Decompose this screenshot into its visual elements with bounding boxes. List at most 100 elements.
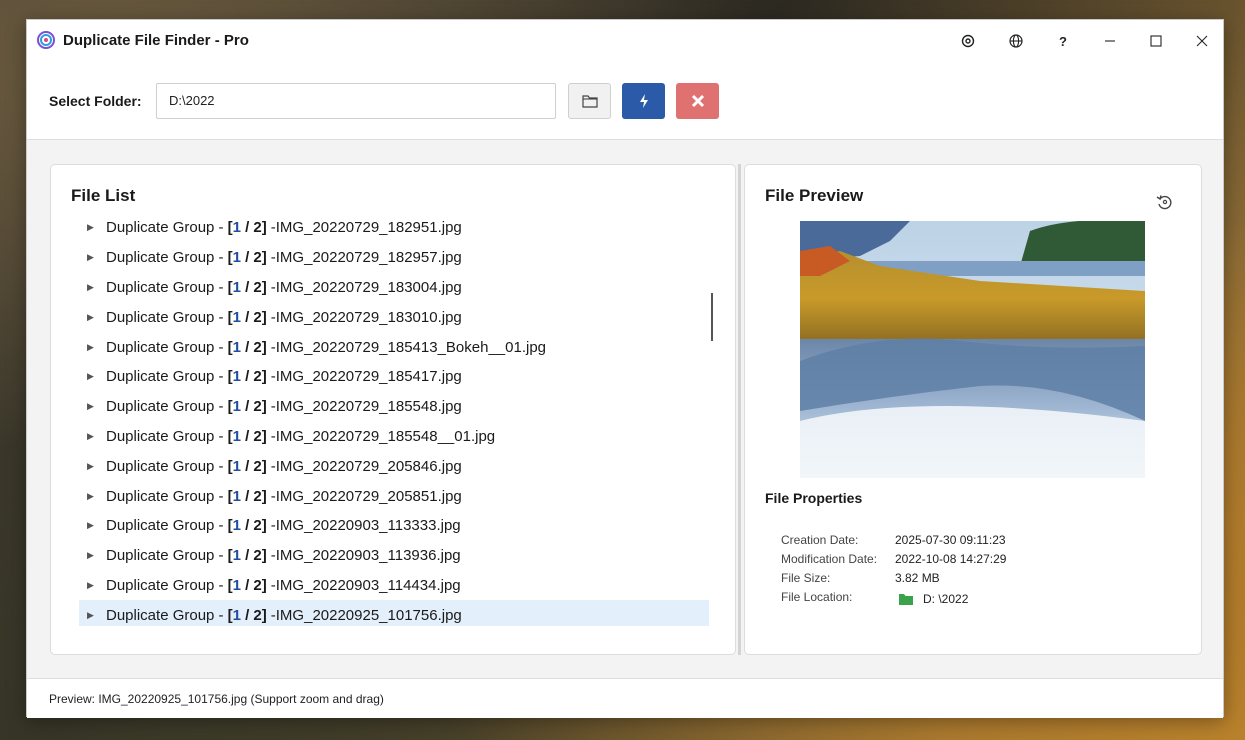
group-count: [1 / 2] — [227, 338, 267, 356]
rotate-icon[interactable] — [1154, 191, 1176, 213]
group-prefix: Duplicate Group - — [106, 427, 224, 445]
app-window: Duplicate File Finder - Pro ? Select Fol… — [26, 19, 1224, 718]
group-count: [1 / 2] — [227, 487, 267, 505]
group-count: [1 / 2] — [227, 368, 267, 386]
scrollbar-thumb[interactable] — [711, 293, 713, 341]
expand-arrow-icon[interactable]: ▶ — [79, 520, 106, 531]
file-name: IMG_20220729_185548__01.jpg — [275, 427, 496, 445]
group-prefix: Duplicate Group - — [106, 278, 224, 296]
lightning-icon — [639, 94, 648, 108]
file-list-panel: File List ▶ Duplicate Group - [1 / 2] - IMG… — [50, 164, 736, 655]
expand-arrow-icon[interactable]: ▶ — [79, 222, 106, 233]
panel-splitter[interactable] — [738, 164, 741, 655]
file-group-row[interactable]: ▶ Duplicate Group - [1 / 2] - IMG_20220729_… — [79, 243, 709, 273]
expand-arrow-icon[interactable]: ▶ — [79, 580, 106, 591]
app-logo-icon — [37, 31, 55, 49]
file-group-row[interactable]: ▶ Duplicate Group - [1 / 2] - IMG_20220729_… — [79, 302, 709, 332]
modification-date-value: 2022-10-08 14:27:29 — [895, 552, 1007, 566]
app-title: Duplicate File Finder - Pro — [63, 32, 249, 49]
settings-button[interactable] — [953, 26, 983, 56]
expand-arrow-icon[interactable]: ▶ — [79, 252, 106, 263]
file-group-row[interactable]: ▶ Duplicate Group - [1 / 2] - IMG_20220729_… — [79, 220, 709, 243]
expand-arrow-icon[interactable]: ▶ — [79, 401, 106, 412]
expand-arrow-icon[interactable]: ▶ — [79, 371, 106, 382]
x-icon — [691, 94, 704, 108]
language-button[interactable] — [1001, 26, 1031, 56]
group-count: [1 / 2] — [227, 427, 267, 445]
group-count: [1 / 2] — [227, 308, 267, 326]
file-group-row[interactable]: ▶ Duplicate Group - [1 / 2] - IMG_20220729_… — [79, 481, 709, 511]
expand-arrow-icon[interactable]: ▶ — [79, 342, 106, 353]
file-group-row[interactable]: ▶ Duplicate Group - [1 / 2] - IMG_20220729_… — [79, 273, 709, 303]
help-button[interactable]: ? — [1048, 26, 1078, 56]
stop-button[interactable] — [676, 83, 719, 119]
file-name: IMG_20220729_205846.jpg — [275, 457, 462, 475]
file-name: IMG_20220729_185417.jpg — [275, 368, 462, 386]
file-group-row[interactable]: ▶ Duplicate Group - [1 / 2] - IMG_20220925_… — [79, 600, 709, 626]
group-count: [1 / 2] — [227, 547, 267, 565]
scan-button[interactable] — [622, 83, 665, 119]
file-name: IMG_20220729_205851.jpg — [275, 487, 462, 505]
file-group-row[interactable]: ▶ Duplicate Group - [1 / 2] - IMG_20220729_… — [79, 422, 709, 452]
file-preview-title: File Preview — [765, 186, 864, 205]
minimize-icon — [1105, 40, 1115, 42]
file-preview-panel: File Preview File Properties Creation Da… — [744, 164, 1202, 655]
expand-arrow-icon[interactable]: ▶ — [79, 550, 106, 561]
close-icon — [1196, 35, 1208, 47]
main-content: File List ▶ Duplicate Group - [1 / 2] - IMG… — [27, 141, 1223, 678]
file-group-row[interactable]: ▶ Duplicate Group - [1 / 2] - IMG_20220729_… — [79, 392, 709, 422]
expand-arrow-icon[interactable]: ▶ — [79, 282, 106, 293]
minimize-button[interactable] — [1095, 26, 1125, 56]
expand-arrow-icon[interactable]: ▶ — [79, 312, 106, 323]
group-prefix: Duplicate Group - — [106, 457, 224, 475]
expand-arrow-icon[interactable]: ▶ — [79, 461, 106, 472]
file-group-row[interactable]: ▶ Duplicate Group - [1 / 2] - IMG_20220903_… — [79, 571, 709, 601]
folder-path-input[interactable]: D:\2022 — [156, 83, 556, 119]
close-button[interactable] — [1187, 26, 1217, 56]
creation-date-value: 2025-07-30 09:11:23 — [895, 533, 1006, 547]
expand-arrow-icon[interactable]: ▶ — [79, 431, 106, 442]
preview-image[interactable] — [800, 221, 1145, 478]
file-group-row[interactable]: ▶ Duplicate Group - [1 / 2] - IMG_20220903_… — [79, 511, 709, 541]
globe-icon — [1009, 34, 1023, 48]
folder-icon — [899, 594, 913, 605]
group-prefix: Duplicate Group - — [106, 398, 224, 416]
group-prefix: Duplicate Group - — [106, 308, 224, 326]
group-count: [1 / 2] — [227, 576, 267, 594]
group-count: [1 / 2] — [227, 457, 267, 475]
gear-icon — [961, 34, 975, 48]
browse-folder-button[interactable] — [568, 83, 611, 119]
file-group-row[interactable]: ▶ Duplicate Group - [1 / 2] - IMG_20220903_… — [79, 541, 709, 571]
status-bar: Preview: IMG_20220925_101756.jpg (Suppor… — [27, 678, 1223, 718]
group-prefix: Duplicate Group - — [106, 606, 224, 624]
file-location-link[interactable]: D: \2022 — [895, 592, 968, 606]
creation-date-label: Creation Date: — [781, 533, 859, 547]
modification-date-label: Modification Date: — [781, 552, 878, 566]
file-name: IMG_20220729_183004.jpg — [275, 278, 462, 296]
file-list: ▶ Duplicate Group - [1 / 2] - IMG_20220729_… — [79, 220, 709, 626]
file-name: IMG_20220903_113333.jpg — [275, 517, 461, 535]
group-count: [1 / 2] — [227, 398, 267, 416]
group-prefix: Duplicate Group - — [106, 547, 224, 565]
file-name: IMG_20220925_101756.jpg — [275, 606, 462, 624]
file-name: IMG_20220729_182951.jpg — [275, 220, 462, 237]
file-group-row[interactable]: ▶ Duplicate Group - [1 / 2] - IMG_20220729_… — [79, 451, 709, 481]
group-prefix: Duplicate Group - — [106, 487, 224, 505]
expand-arrow-icon[interactable]: ▶ — [79, 491, 106, 502]
toolbar: Select Folder: D:\2022 — [27, 62, 1223, 140]
group-prefix: Duplicate Group - — [106, 249, 224, 267]
file-name: IMG_20220729_185413_Bokeh__01.jpg — [275, 338, 546, 356]
group-count: [1 / 2] — [227, 606, 267, 624]
maximize-icon — [1150, 35, 1162, 47]
group-count: [1 / 2] — [227, 517, 267, 535]
file-group-row[interactable]: ▶ Duplicate Group - [1 / 2] - IMG_20220729_… — [79, 362, 709, 392]
title-bar: Duplicate File Finder - Pro ? — [27, 20, 1223, 62]
expand-arrow-icon[interactable]: ▶ — [79, 610, 106, 621]
group-prefix: Duplicate Group - — [106, 368, 224, 386]
file-group-row[interactable]: ▶ Duplicate Group - [1 / 2] - IMG_20220729_… — [79, 332, 709, 362]
maximize-button[interactable] — [1141, 26, 1171, 56]
group-prefix: Duplicate Group - — [106, 576, 224, 594]
group-count: [1 / 2] — [227, 220, 267, 237]
file-size-value: 3.82 MB — [895, 571, 940, 585]
file-list-viewport[interactable]: ▶ Duplicate Group - [1 / 2] - IMG_20220729_… — [79, 220, 709, 626]
